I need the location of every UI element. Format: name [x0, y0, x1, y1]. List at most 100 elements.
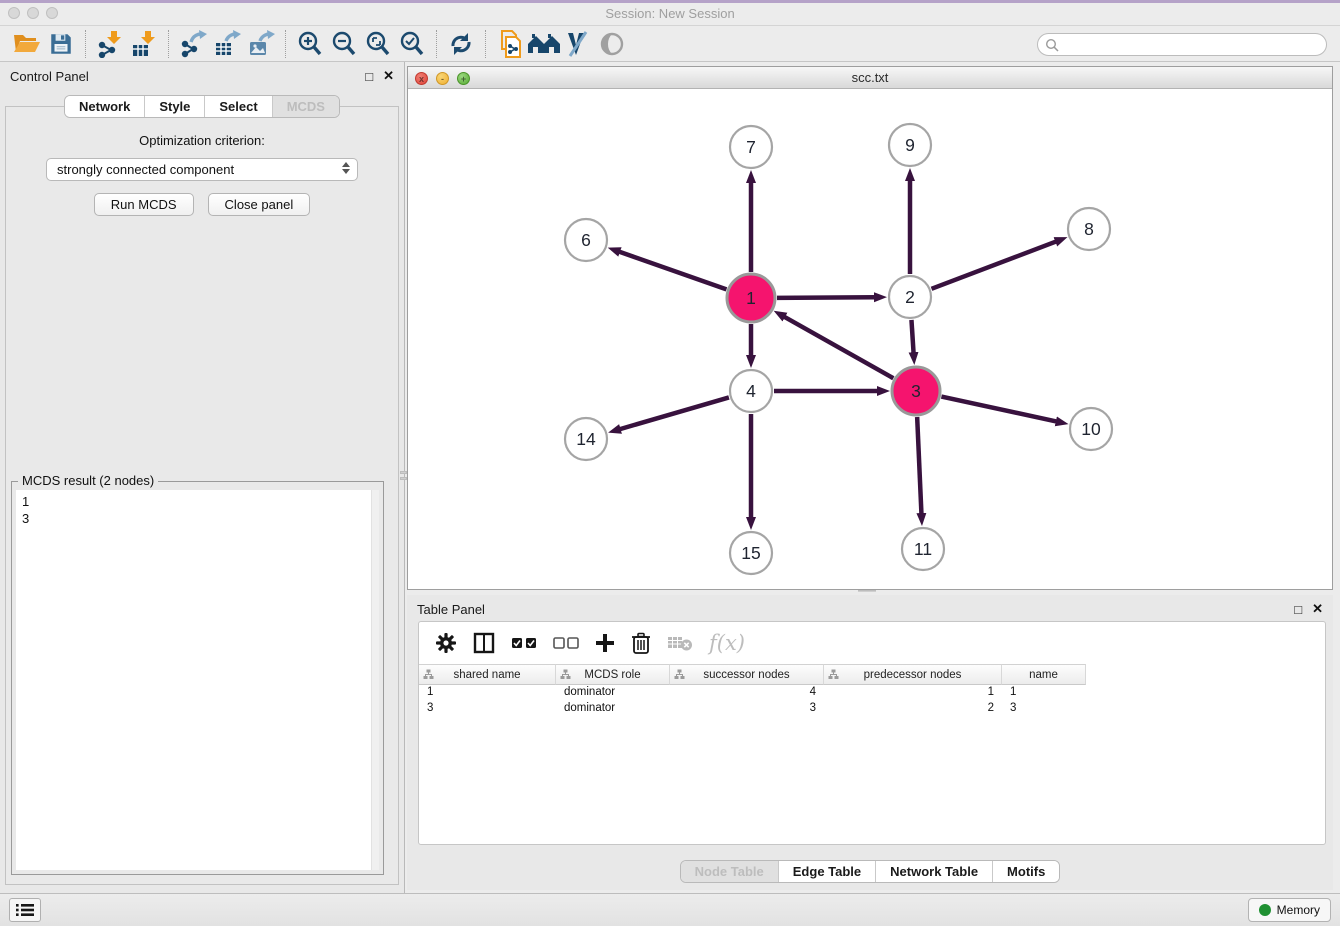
network-maximize-icon[interactable]: + — [457, 72, 470, 85]
search-field[interactable] — [1037, 33, 1327, 56]
table-cell[interactable]: dominator — [556, 701, 670, 717]
import-network-icon[interactable] — [93, 28, 127, 60]
task-history-button[interactable] — [9, 898, 41, 922]
toolbar-separator — [485, 30, 486, 58]
tab-network-table[interactable]: Network Table — [875, 861, 992, 882]
run-mcds-button[interactable]: Run MCDS — [94, 193, 194, 216]
save-session-icon[interactable] — [44, 28, 78, 60]
table-cell[interactable]: 2 — [824, 701, 1002, 717]
vizmap-icon[interactable] — [561, 28, 595, 60]
create-column-icon[interactable] — [595, 633, 615, 653]
column-hierarchy-icon — [423, 669, 434, 680]
edge-3-1[interactable] — [784, 317, 893, 379]
table-cell[interactable]: 1 — [419, 685, 556, 701]
tab-select[interactable]: Select — [204, 96, 271, 117]
table-row[interactable]: 1dominator411 — [419, 685, 1325, 701]
memory-button-label: Memory — [1277, 903, 1320, 917]
table-cell[interactable]: 1 — [1002, 685, 1086, 701]
close-table-panel-icon[interactable]: ✕ — [1312, 601, 1323, 617]
refresh-layout-icon[interactable] — [444, 28, 478, 60]
toolbar-separator — [85, 30, 86, 58]
eye-icon — [595, 28, 629, 60]
graph-node-label-7: 7 — [746, 137, 756, 157]
graph-node-label-2: 2 — [905, 287, 915, 307]
float-table-panel-icon[interactable]: □ — [1294, 602, 1302, 617]
zoom-fit-icon[interactable] — [361, 28, 395, 60]
search-input[interactable] — [1063, 38, 1326, 52]
table-cell[interactable]: 3 — [419, 701, 556, 717]
edge-2-3[interactable] — [911, 320, 913, 353]
edge-1-6[interactable] — [619, 252, 726, 290]
home-icon[interactable] — [527, 28, 561, 60]
edge-2-8[interactable] — [932, 241, 1057, 288]
network-minimize-icon[interactable]: - — [436, 72, 449, 85]
tab-motifs[interactable]: Motifs — [992, 861, 1059, 882]
mcds-result-legend: MCDS result (2 nodes) — [18, 473, 158, 488]
unselect-all-columns-icon[interactable] — [553, 636, 579, 650]
graph-node-label-1: 1 — [746, 288, 756, 308]
main-toolbar — [0, 26, 1340, 62]
table-cell[interactable]: dominator — [556, 685, 670, 701]
column-hierarchy-icon — [828, 669, 839, 680]
graph-node-label-10: 10 — [1081, 419, 1101, 439]
tab-mcds[interactable]: MCDS — [272, 96, 339, 117]
edge-4-14[interactable] — [620, 397, 729, 429]
edge-1-2[interactable] — [777, 297, 875, 298]
mcds-tab-content: Optimization criterion: strongly connect… — [5, 106, 399, 885]
memory-button[interactable]: Memory — [1248, 898, 1331, 922]
table-body: 1dominator4113dominator323 — [419, 685, 1325, 717]
import-table-icon[interactable] — [127, 28, 161, 60]
close-panel-icon[interactable]: ✕ — [383, 68, 394, 84]
table-panel-header: Table Panel □ ✕ — [407, 595, 1333, 623]
dropdown-stepper-icon — [342, 162, 350, 174]
column-header-MCDS-role[interactable]: MCDS role — [556, 664, 670, 685]
column-header-name[interactable]: name — [1002, 664, 1086, 685]
column-header-predecessor-nodes[interactable]: predecessor nodes — [824, 664, 1002, 685]
table-cell[interactable]: 1 — [824, 685, 1002, 701]
optimization-criterion-dropdown[interactable]: strongly connected component — [46, 158, 358, 181]
memory-status-dot — [1259, 904, 1271, 916]
column-header-successor-nodes[interactable]: successor nodes — [670, 664, 824, 685]
mcds-result-text[interactable]: 1 3 — [16, 490, 371, 870]
zoom-out-icon[interactable] — [327, 28, 361, 60]
horizontal-splitter-grip[interactable] — [858, 588, 876, 593]
float-panel-icon[interactable]: □ — [365, 69, 373, 84]
tab-network[interactable]: Network — [65, 96, 144, 117]
toolbar-separator — [168, 30, 169, 58]
copy-network-icon[interactable] — [493, 28, 527, 60]
network-canvas[interactable]: 7968124314101511 — [408, 89, 1332, 589]
network-close-icon[interactable]: x — [415, 72, 428, 85]
select-all-columns-icon[interactable] — [511, 636, 537, 650]
network-window-title: scc.txt — [408, 67, 1332, 88]
tab-node-table[interactable]: Node Table — [681, 861, 778, 882]
export-network-icon[interactable] — [176, 28, 210, 60]
graph-node-label-9: 9 — [905, 135, 915, 155]
vertical-splitter-grip[interactable] — [400, 462, 407, 488]
result-scrollbar[interactable] — [371, 490, 379, 870]
table-cell[interactable]: 3 — [1002, 701, 1086, 717]
table-cell[interactable]: 3 — [670, 701, 824, 717]
show-column-panel-icon[interactable] — [473, 632, 495, 654]
table-settings-gear-icon[interactable] — [435, 632, 457, 654]
table-cell[interactable]: 4 — [670, 685, 824, 701]
zoom-selected-icon[interactable] — [395, 28, 429, 60]
delete-table-icon — [667, 634, 693, 652]
control-panel-title: Control Panel — [10, 69, 89, 84]
zoom-in-icon[interactable] — [293, 28, 327, 60]
edge-3-11[interactable] — [917, 417, 921, 514]
column-hierarchy-icon — [674, 669, 685, 680]
export-image-icon[interactable] — [244, 28, 278, 60]
graph-node-label-8: 8 — [1084, 219, 1094, 239]
tab-style[interactable]: Style — [144, 96, 204, 117]
open-file-icon[interactable] — [10, 28, 44, 60]
edge-3-10[interactable] — [941, 397, 1056, 422]
control-panel-header: Control Panel □ ✕ — [0, 62, 404, 90]
close-panel-button[interactable]: Close panel — [208, 193, 311, 216]
tab-edge-table[interactable]: Edge Table — [778, 861, 875, 882]
table-row[interactable]: 3dominator323 — [419, 701, 1325, 717]
column-header-shared-name[interactable]: shared name — [419, 664, 556, 685]
delete-column-trash-icon[interactable] — [631, 632, 651, 654]
network-graph[interactable]: 7968124314101511 — [408, 89, 1332, 589]
network-view-window: x - + scc.txt 7968124314101511 — [407, 66, 1333, 590]
export-table-icon[interactable] — [210, 28, 244, 60]
